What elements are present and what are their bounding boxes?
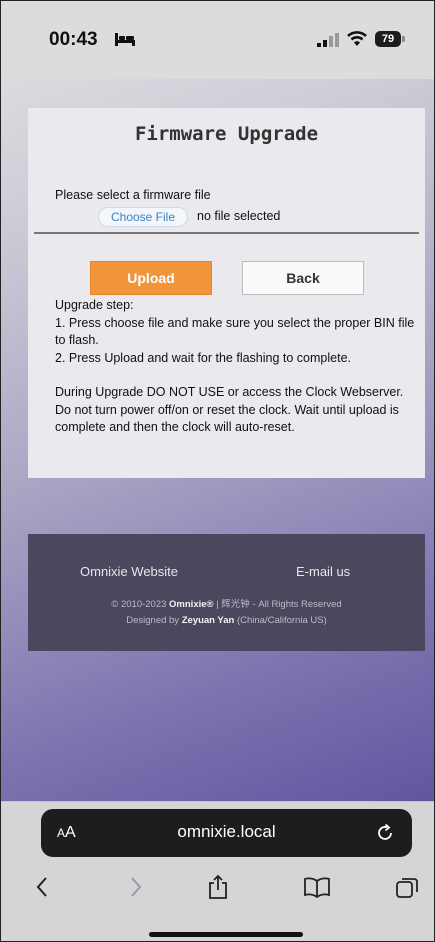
home-indicator bbox=[149, 932, 303, 937]
forward-icon[interactable] bbox=[123, 874, 147, 900]
no-file-text: no file selected bbox=[197, 209, 281, 223]
battery-cap bbox=[402, 36, 405, 42]
divider bbox=[34, 232, 419, 234]
brand-chinese: | 辉光钟 bbox=[216, 599, 250, 610]
designed-by-label: Designed by bbox=[126, 615, 180, 626]
url-text[interactable]: omnixie.local bbox=[41, 822, 412, 842]
designer-name[interactable]: Zeyuan Yan bbox=[182, 615, 235, 626]
designer-credit: Designed by Zeyuan Yan (China/California… bbox=[28, 615, 425, 626]
omnixie-website-link[interactable]: Omnixie Website bbox=[80, 564, 178, 579]
rights-text: - All Rights Reserved bbox=[252, 599, 342, 610]
email-link[interactable]: E-mail us bbox=[296, 564, 350, 579]
status-bar: 00:43 79 bbox=[1, 1, 434, 79]
battery-icon: 79 bbox=[375, 31, 401, 47]
status-time: 00:43 bbox=[49, 29, 98, 50]
bookmarks-icon[interactable] bbox=[303, 874, 331, 900]
bed-icon bbox=[115, 33, 135, 46]
share-icon[interactable] bbox=[206, 874, 230, 900]
designer-location: (China/California US) bbox=[236, 615, 327, 626]
site-footer: Omnixie Website E-mail us © 2010-2023 Om… bbox=[28, 534, 425, 651]
browser-toolbar: AA omnixie.local bbox=[1, 801, 434, 941]
back-icon[interactable] bbox=[31, 874, 55, 900]
upgrade-instructions: Upgrade step: 1. Press choose file and m… bbox=[55, 297, 420, 437]
page-title: Firmware Upgrade bbox=[134, 123, 319, 145]
reload-icon[interactable] bbox=[375, 823, 395, 843]
select-file-label: Please select a firmware file bbox=[55, 188, 211, 202]
brand-link[interactable]: Omnixie® bbox=[169, 599, 214, 610]
firmware-card: Firmware Upgrade Please select a firmwar… bbox=[28, 108, 425, 478]
choose-file-button[interactable]: Choose File bbox=[98, 207, 188, 227]
copyright-years: © 2010-2023 bbox=[111, 599, 167, 610]
address-bar[interactable]: AA omnixie.local bbox=[41, 809, 412, 857]
phone-screen: 00:43 79 Firmware Upgrade Please select … bbox=[0, 0, 435, 942]
back-button[interactable]: Back bbox=[242, 261, 364, 295]
wifi-icon bbox=[347, 31, 367, 46]
signal-icon bbox=[317, 33, 339, 47]
step-1: 1. Press choose file and make sure you s… bbox=[55, 315, 415, 348]
copyright-text: © 2010-2023 Omnixie® | 辉光钟 - All Rights … bbox=[28, 596, 425, 610]
upload-button[interactable]: Upload bbox=[90, 261, 212, 295]
step-2: 2. Press Upload and wait for the flashin… bbox=[55, 350, 351, 365]
steps-heading: Upgrade step: bbox=[55, 298, 134, 312]
upgrade-warning: During Upgrade DO NOT USE or access the … bbox=[55, 385, 404, 434]
tabs-icon[interactable] bbox=[395, 874, 419, 900]
